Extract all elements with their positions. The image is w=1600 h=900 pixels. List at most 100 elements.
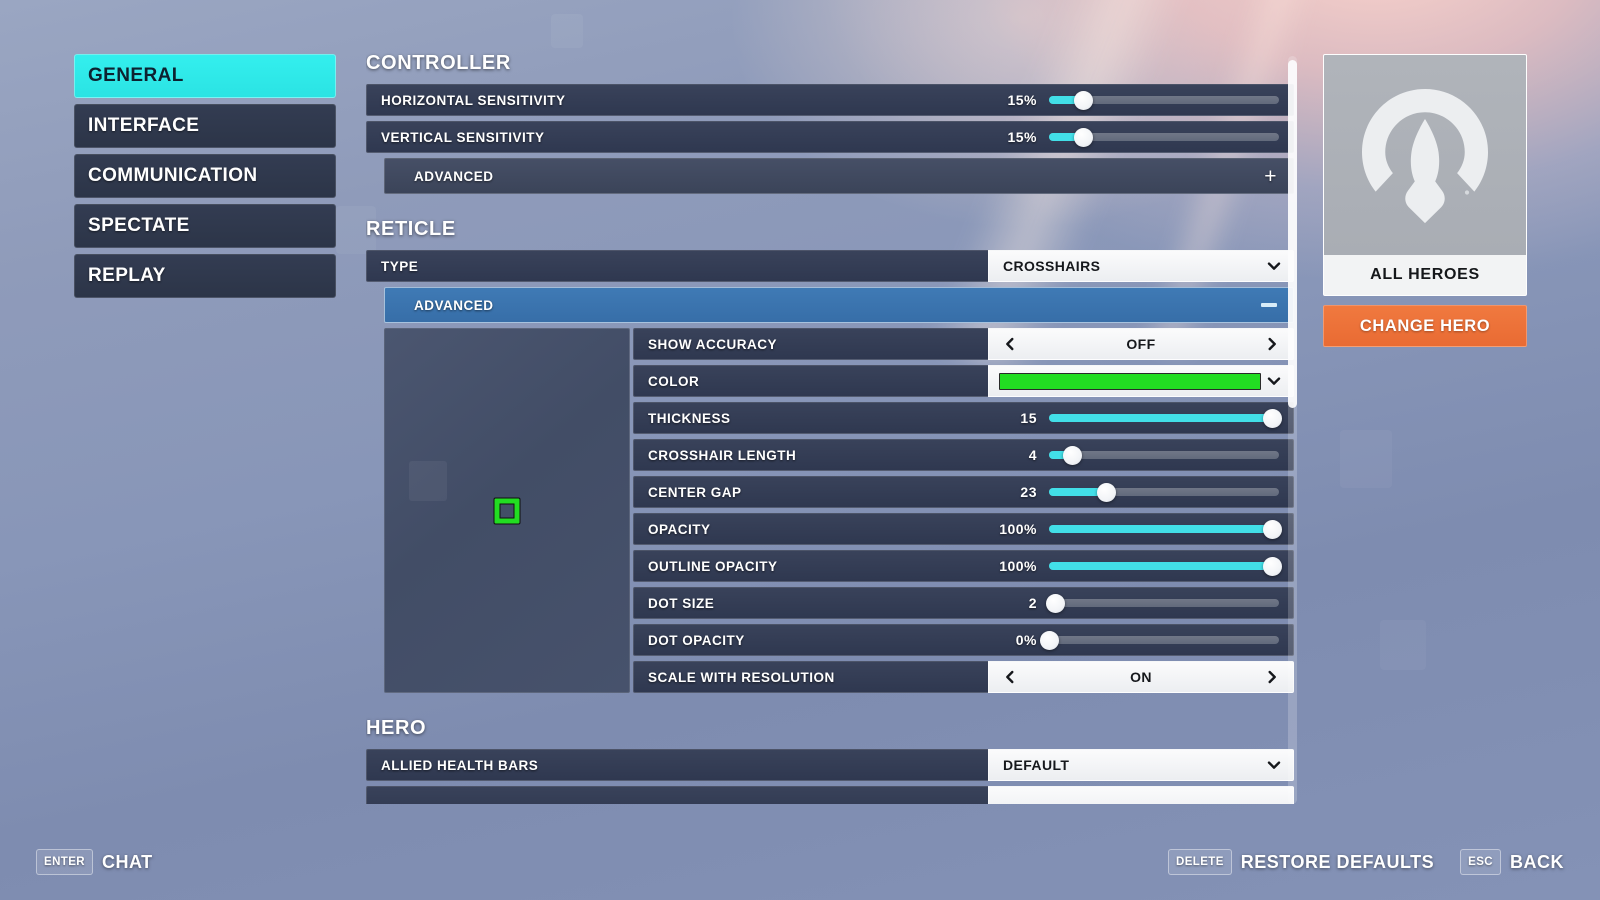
setting-row-outline-opacity[interactable]: OUTLINE OPACITY 100% xyxy=(633,550,1294,582)
chevron-left-icon[interactable] xyxy=(1003,670,1017,684)
preview-blur-decor xyxy=(409,461,447,501)
crosshair-preview xyxy=(384,328,630,693)
reticle-type-dropdown[interactable]: CROSSHAIRS xyxy=(988,250,1294,282)
setting-value: 0% xyxy=(1015,632,1037,648)
show-accuracy-stepper[interactable]: OFF xyxy=(988,328,1294,360)
setting-value: 100% xyxy=(999,558,1037,574)
sidebar-item-general[interactable]: GENERAL xyxy=(74,54,336,98)
slider-fill xyxy=(1049,562,1273,570)
slider-track[interactable] xyxy=(1049,519,1282,539)
advanced-label: ADVANCED xyxy=(414,168,494,184)
section-title-controller: CONTROLLER xyxy=(366,52,511,74)
slider-track[interactable] xyxy=(1049,127,1279,147)
setting-label-wrap: SHOW ACCURACY xyxy=(633,328,988,360)
setting-row-center-gap[interactable]: CENTER GAP 23 xyxy=(633,476,1294,508)
setting-label: ALLIED HEALTH BARS xyxy=(381,757,539,773)
chat-hint[interactable]: ENTER CHAT xyxy=(36,849,153,875)
slider-knob[interactable] xyxy=(1039,630,1059,650)
hero-portrait xyxy=(1324,55,1526,255)
settings-content-scroll[interactable]: CONTROLLER HORIZONTAL SENSITIVITY 15% VE… xyxy=(366,52,1294,804)
content-scrollbar-thumb[interactable] xyxy=(1288,60,1297,408)
slider-track[interactable] xyxy=(1049,556,1282,576)
slider-fill xyxy=(1049,414,1273,422)
chevron-left-icon[interactable] xyxy=(1003,337,1017,351)
background-blur-box xyxy=(551,14,583,48)
slider-track[interactable] xyxy=(1039,630,1279,650)
controller-advanced-toggle[interactable]: ADVANCED + xyxy=(384,158,1294,194)
restore-defaults-label: RESTORE DEFAULTS xyxy=(1240,851,1435,872)
setting-row-opacity[interactable]: OPACITY 100% xyxy=(633,513,1294,545)
setting-row-partial[interactable] xyxy=(366,786,1294,804)
slider-track[interactable] xyxy=(1049,482,1279,502)
slider-knob[interactable] xyxy=(1262,519,1282,539)
hero-card[interactable]: ALL HEROES xyxy=(1323,54,1527,296)
setting-label: DOT SIZE xyxy=(648,595,715,611)
setting-label: CROSSHAIR LENGTH xyxy=(648,447,797,463)
chevron-right-icon[interactable] xyxy=(1265,337,1279,351)
sidebar-item-communication[interactable]: COMMUNICATION xyxy=(74,154,336,198)
scale-with-resolution-stepper[interactable]: ON xyxy=(988,661,1294,693)
slider-knob[interactable] xyxy=(1074,90,1093,110)
slider-track[interactable] xyxy=(1049,445,1279,465)
sidebar-item-spectate[interactable]: SPECTATE xyxy=(74,204,336,248)
crosshair-color-dropdown[interactable] xyxy=(988,365,1294,397)
chevron-down-icon xyxy=(1267,259,1281,273)
minus-icon xyxy=(1261,303,1277,307)
restore-defaults-hint[interactable]: DELETE RESTORE DEFAULTS xyxy=(1168,849,1434,875)
setting-row-vertical-sensitivity[interactable]: VERTICAL SENSITIVITY 15% xyxy=(366,121,1294,153)
overwatch-logo-icon xyxy=(1362,89,1488,224)
sidebar-item-label: INTERFACE xyxy=(88,115,200,136)
setting-value: 15% xyxy=(1007,92,1037,108)
slider-knob[interactable] xyxy=(1062,445,1082,465)
slider-knob[interactable] xyxy=(1097,482,1116,502)
setting-row-color[interactable]: COLOR xyxy=(633,365,1294,397)
setting-value: 15 xyxy=(1020,410,1037,426)
footer-right-hints: DELETE RESTORE DEFAULTS ESC BACK xyxy=(1168,849,1564,875)
sidebar-item-label: COMMUNICATION xyxy=(88,165,258,186)
slider-knob[interactable] xyxy=(1074,127,1093,147)
setting-row-crosshair-length[interactable]: CROSSHAIR LENGTH 4 xyxy=(633,439,1294,471)
setting-row-horizontal-sensitivity[interactable]: HORIZONTAL SENSITIVITY 15% xyxy=(366,84,1294,116)
setting-label: DOT OPACITY xyxy=(648,632,745,648)
slider-knob[interactable] xyxy=(1046,593,1066,613)
stepper-value: ON xyxy=(1130,669,1152,685)
chevron-right-icon[interactable] xyxy=(1265,670,1279,684)
back-hint[interactable]: ESC BACK xyxy=(1460,849,1564,875)
sidebar-item-replay[interactable]: REPLAY xyxy=(74,254,336,298)
content-scrollbar-track[interactable] xyxy=(1288,56,1297,804)
setting-label-wrap: OUTLINE OPACITY 100% xyxy=(633,550,1294,582)
setting-row-thickness[interactable]: THICKNESS 15 xyxy=(633,402,1294,434)
section-title-reticle: RETICLE xyxy=(366,218,456,240)
setting-row-reticle-type[interactable]: TYPE CROSSHAIRS xyxy=(366,250,1294,282)
setting-label-wrap: THICKNESS 15 xyxy=(633,402,1294,434)
sidebar-item-interface[interactable]: INTERFACE xyxy=(74,104,336,148)
slider-knob[interactable] xyxy=(1262,408,1282,428)
setting-row-scale-with-resolution[interactable]: SCALE WITH RESOLUTION ON xyxy=(633,661,1294,693)
setting-value: 23 xyxy=(1020,484,1037,500)
color-swatch-wrap xyxy=(989,372,1267,390)
setting-label: OPACITY xyxy=(648,521,711,537)
back-label: BACK xyxy=(1510,851,1564,872)
change-hero-button[interactable]: CHANGE HERO xyxy=(1323,305,1527,347)
partial-dropdown[interactable] xyxy=(988,786,1294,804)
setting-row-dot-size[interactable]: DOT SIZE 2 xyxy=(633,587,1294,619)
setting-row-allied-health-bars[interactable]: ALLIED HEALTH BARS DEFAULT xyxy=(366,749,1294,781)
slider-track[interactable] xyxy=(1049,408,1282,428)
setting-row-dot-opacity[interactable]: DOT OPACITY 0% xyxy=(633,624,1294,656)
setting-label: THICKNESS xyxy=(648,410,731,426)
allied-health-bars-dropdown[interactable]: DEFAULT xyxy=(988,749,1294,781)
reticle-settings-list: SHOW ACCURACY OFF COLOR THICKNESS 15 CRO… xyxy=(633,328,1294,693)
slider-knob[interactable] xyxy=(1262,556,1282,576)
setting-label: SCALE WITH RESOLUTION xyxy=(648,669,835,685)
setting-label-wrap: CENTER GAP 23 xyxy=(633,476,1294,508)
setting-label-wrap: HORIZONTAL SENSITIVITY 15% xyxy=(366,84,1294,116)
slider-track[interactable] xyxy=(1046,593,1279,613)
sidebar-item-label: SPECTATE xyxy=(88,215,190,236)
setting-value: 2 xyxy=(1028,595,1037,611)
reticle-advanced-toggle[interactable]: ADVANCED xyxy=(384,287,1294,323)
slider-track[interactable] xyxy=(1049,90,1279,110)
color-swatch[interactable] xyxy=(999,372,1261,390)
chat-label: CHAT xyxy=(101,851,153,872)
setting-row-show-accuracy[interactable]: SHOW ACCURACY OFF xyxy=(633,328,1294,360)
dropdown-value: CROSSHAIRS xyxy=(1003,258,1101,274)
